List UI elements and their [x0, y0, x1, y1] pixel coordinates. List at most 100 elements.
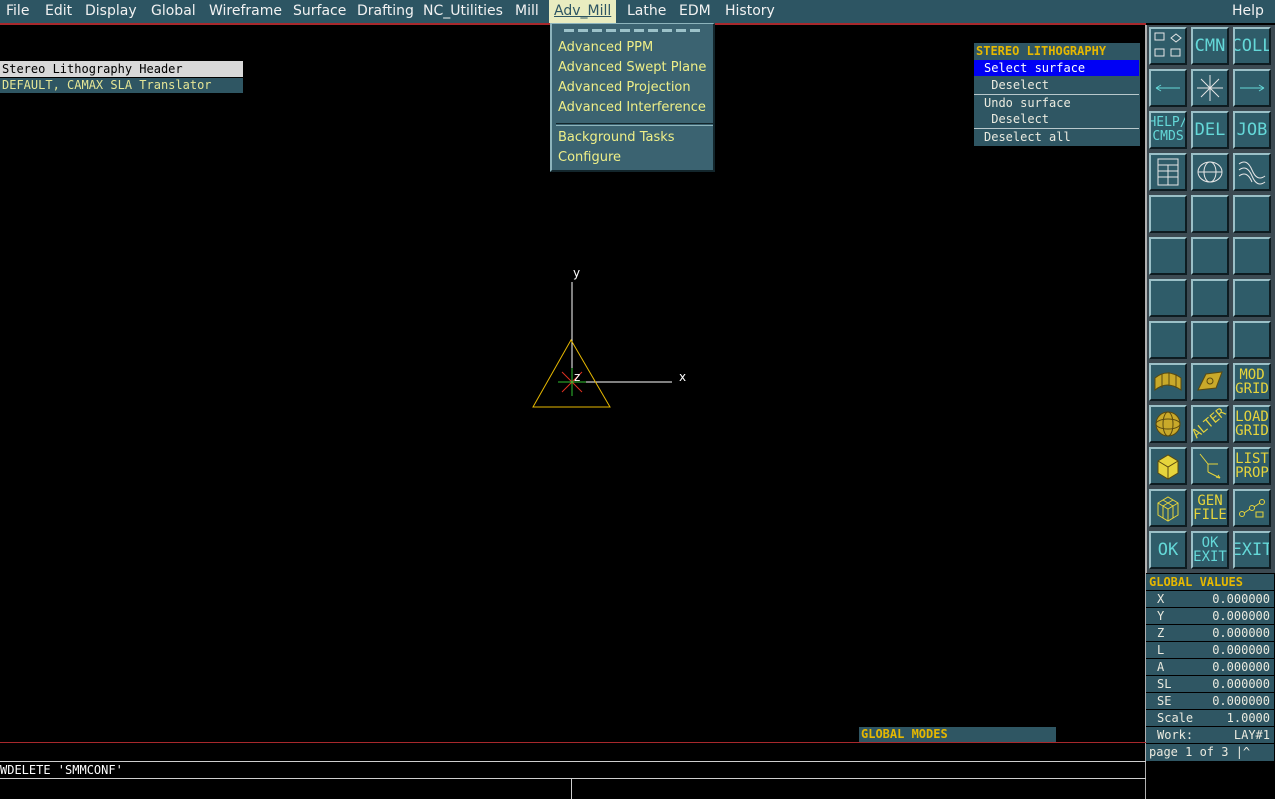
wire-cube-icon[interactable]	[1149, 489, 1187, 527]
global-value-row[interactable]: SL 0.000000	[1146, 676, 1274, 692]
branch-arrow-icon[interactable]	[1191, 447, 1229, 485]
menu-help[interactable]: Help	[1232, 0, 1264, 23]
global-value-key: SL	[1157, 677, 1172, 691]
view-layout-icon[interactable]	[1149, 27, 1187, 65]
menu-separator	[556, 123, 713, 126]
menu-item-background-tasks[interactable]: Background Tasks	[558, 128, 675, 148]
global-value-row[interactable]: Work: LAY#1	[1146, 727, 1274, 743]
menu-item-configure[interactable]: Configure	[558, 148, 621, 168]
menu-label: Drafting	[357, 3, 414, 19]
menu-display[interactable]: Display	[85, 0, 137, 23]
coll-button[interactable]: COLL	[1233, 27, 1271, 65]
spreadsheet-icon[interactable]	[1149, 153, 1187, 191]
global-value-number: 0.000000	[1212, 592, 1270, 606]
sla-deselect[interactable]: Deselect	[974, 77, 1139, 93]
menu-lathe[interactable]: Lathe	[627, 0, 666, 23]
global-value-number: 1.0000	[1226, 711, 1270, 725]
sla-undo-deselect[interactable]: Deselect	[974, 111, 1139, 127]
empty-tool-slot	[1191, 279, 1229, 317]
tearoff-handle[interactable]	[564, 29, 704, 32]
menu-edit[interactable]: Edit	[45, 0, 72, 23]
menu-file[interactable]: File	[6, 0, 29, 23]
menu-label: File	[6, 3, 30, 19]
gen-file-button[interactable]: GEN FILE	[1191, 489, 1229, 527]
del-button[interactable]: DEL	[1191, 111, 1229, 149]
solid-cube-icon[interactable]	[1149, 447, 1187, 485]
header-title: Stereo Lithography Header	[0, 61, 243, 77]
menu-item-advanced-swept-plane[interactable]: Advanced Swept Plane	[558, 58, 706, 78]
global-value-row[interactable]: Y 0.000000	[1146, 608, 1274, 624]
global-value-row[interactable]: X 0.000000	[1146, 591, 1274, 607]
menu-label: Adv_Mill	[554, 3, 612, 19]
arrow-left-icon[interactable]	[1149, 69, 1187, 107]
cylinder-icon[interactable]	[1191, 153, 1229, 191]
linkage-icon[interactable]	[1233, 489, 1271, 527]
menu-item-advanced-ppm[interactable]: Advanced PPM	[558, 38, 653, 58]
ok-exit-button[interactable]: OK EXIT	[1191, 531, 1229, 569]
empty-tool-slot	[1191, 237, 1229, 275]
global-value-key: Z	[1157, 626, 1165, 640]
sla-deselect-all[interactable]: Deselect all	[974, 128, 1139, 144]
command-line-bottom-border	[0, 778, 1146, 779]
mod-grid-button[interactable]: MOD GRID	[1233, 363, 1271, 401]
arrow-right-icon[interactable]	[1233, 69, 1271, 107]
sla-undo-surface[interactable]: Undo surface	[974, 94, 1139, 110]
page-indicator[interactable]: page 1 of 3 |^	[1146, 744, 1274, 761]
empty-tool-slot	[1233, 279, 1271, 317]
sla-panel-title: STEREO LITHOGRAPHY	[976, 44, 1107, 58]
sphere-mesh-icon[interactable]	[1149, 405, 1187, 443]
palette-border	[1145, 25, 1146, 799]
mesh-surface-icon[interactable]	[1149, 363, 1187, 401]
menu-surface[interactable]: Surface	[293, 0, 346, 23]
empty-tool-slot	[1149, 279, 1187, 317]
menu-nc-utilities[interactable]: NC_Utilities	[423, 0, 503, 23]
menu-label: Edit	[45, 3, 73, 19]
menu-label: Mill	[515, 3, 539, 19]
menu-global[interactable]: Global	[151, 0, 196, 23]
global-value-row[interactable]: A 0.000000	[1146, 659, 1274, 675]
z-axis-label: z	[574, 370, 580, 384]
global-value-row[interactable]: Scale 1.0000	[1146, 710, 1274, 726]
menu-history[interactable]: History	[725, 0, 775, 23]
empty-tool-slot	[1233, 237, 1271, 275]
sla-select-surface[interactable]: Select surface	[974, 60, 1139, 76]
empty-tool-slot	[1149, 237, 1187, 275]
menu-label: NC_Utilities	[423, 3, 503, 19]
menu-edm[interactable]: EDM	[679, 0, 711, 23]
ok-button[interactable]: OK	[1149, 531, 1187, 569]
job-button[interactable]: JOB	[1233, 111, 1271, 149]
empty-tool-slot	[1233, 195, 1271, 233]
menu-mill[interactable]: Mill	[515, 0, 539, 23]
global-value-row[interactable]: L 0.000000	[1146, 642, 1274, 658]
menu-item-advanced-interference[interactable]: Advanced Interference	[558, 98, 706, 118]
alter-button[interactable]: ALTER	[1191, 405, 1229, 443]
menu-label: EDM	[679, 3, 711, 19]
surface-wave-icon[interactable]	[1233, 153, 1271, 191]
cmn-button[interactable]: CMN	[1191, 27, 1229, 65]
header-value[interactable]: DEFAULT, CAMAX SLA Translator	[0, 78, 243, 93]
global-value-number: 0.000000	[1212, 609, 1270, 623]
menu-drafting[interactable]: Drafting	[357, 0, 414, 23]
menu-label: Surface	[293, 3, 347, 19]
global-value-row[interactable]: Z 0.000000	[1146, 625, 1274, 641]
global-value-key: A	[1157, 660, 1165, 674]
crosshair-icon[interactable]	[1191, 69, 1229, 107]
help-cmds-button[interactable]: HELP/ CMDS	[1149, 111, 1187, 149]
tool-palette: CMN COLL HELP/ CMDS DEL JOB MOD GRID ALT…	[1146, 25, 1275, 573]
menu-adv-mill[interactable]: Adv_Mill	[549, 0, 617, 23]
exit-button[interactable]: EXIT	[1233, 531, 1271, 569]
global-value-row[interactable]: SE 0.000000	[1146, 693, 1274, 709]
global-modes-label[interactable]: GLOBAL MODES	[859, 727, 1056, 742]
status-split	[571, 779, 572, 799]
stereo-lithography-panel: STEREO LITHOGRAPHY Select surface Desele…	[974, 43, 1140, 146]
command-line-text: WDELETE 'SMMCONF'	[0, 763, 123, 777]
menu-wireframe[interactable]: Wireframe	[209, 0, 282, 23]
menu-item-advanced-projection[interactable]: Advanced Projection	[558, 78, 691, 98]
global-value-number: 0.000000	[1212, 626, 1270, 640]
menu-label: History	[725, 3, 775, 19]
global-value-key: X	[1157, 592, 1165, 606]
gear-mesh-icon[interactable]	[1191, 363, 1229, 401]
bottom-divider	[0, 742, 1146, 743]
load-grid-button[interactable]: LOAD GRID	[1233, 405, 1271, 443]
list-prop-button[interactable]: LIST PROP	[1233, 447, 1271, 485]
